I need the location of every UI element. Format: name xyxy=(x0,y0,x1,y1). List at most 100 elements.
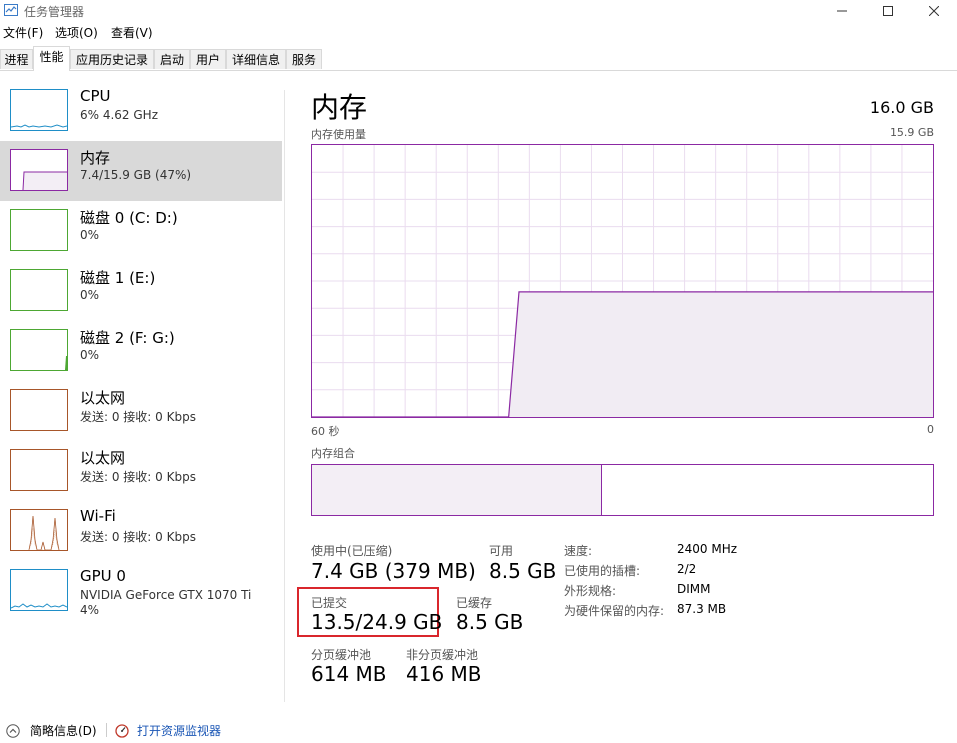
resource-detail: 6% 4.62 GHz xyxy=(80,108,159,122)
close-icon xyxy=(929,6,939,16)
spec-reserved-key: 为硬件保留的内存: xyxy=(564,604,665,618)
usage-label: 内存使用量 xyxy=(311,128,366,141)
spec-form-factor-value: DIMM xyxy=(677,582,711,596)
cached-value: 8.5 GB xyxy=(456,610,524,634)
tab-startup[interactable]: 启动 xyxy=(154,49,190,69)
tab-bar: 进程 性能 应用历史记录 启动 用户 详细信息 服务 xyxy=(0,46,957,71)
disk0-thumbnail xyxy=(10,209,68,251)
resource-name: 磁盘 0 (C: D:) xyxy=(80,209,178,227)
spec-reserved-value: 87.3 MB xyxy=(677,602,727,616)
bottom-separator xyxy=(106,723,107,737)
resource-disk-0[interactable]: 磁盘 0 (C: D:) 0% xyxy=(0,201,282,261)
tab-performance[interactable]: 性能 xyxy=(33,46,70,71)
resource-detail: 发送: 0 接收: 0 Kbps xyxy=(80,470,196,484)
resource-name: 以太网 xyxy=(80,449,126,467)
resource-name: GPU 0 xyxy=(80,567,126,585)
available-value: 8.5 GB xyxy=(489,559,557,583)
fewer-details-label: 简略信息(D) xyxy=(30,724,97,738)
resource-name: 磁盘 1 (E:) xyxy=(80,269,156,287)
menu-options[interactable]: 选项(O) xyxy=(55,24,98,41)
resource-disk-1[interactable]: 磁盘 1 (E:) 0% xyxy=(0,261,282,321)
resource-monitor-icon xyxy=(115,723,129,738)
tab-details[interactable]: 详细信息 xyxy=(226,49,286,69)
wifi-mini-graph xyxy=(28,515,60,550)
in-use-label: 使用中(已压缩) xyxy=(311,544,393,558)
spec-speed-value: 2400 MHz xyxy=(677,542,738,556)
chevron-up-icon xyxy=(6,723,20,738)
resource-detail: 发送: 0 接收: 0 Kbps xyxy=(80,410,196,424)
tab-app-history[interactable]: 应用历史记录 xyxy=(70,49,154,69)
resource-list: CPU 6% 4.62 GHz 内存 7.4/15.9 GB (47%) 磁盘 … xyxy=(0,71,282,631)
gpu-mini-graph xyxy=(11,603,67,609)
pane-divider[interactable] xyxy=(284,90,285,702)
resource-detail: 发送: 0 接收: 0 Kbps xyxy=(80,530,196,544)
resource-name: CPU xyxy=(80,87,111,105)
resource-name: 以太网 xyxy=(80,389,126,407)
window-title: 任务管理器 xyxy=(24,5,85,19)
gpu-thumbnail xyxy=(10,569,68,611)
memory-mini-graph xyxy=(22,171,67,190)
bottom-bar: 简略信息(D) 打开资源监视器 xyxy=(0,718,957,743)
menu-file[interactable]: 文件(F) xyxy=(3,24,43,41)
detail-title: 内存 xyxy=(311,91,368,124)
cpu-thumbnail xyxy=(10,89,68,131)
ethernet1-thumbnail xyxy=(10,389,68,431)
title-bar: 任务管理器 xyxy=(0,0,957,22)
task-manager-icon xyxy=(4,4,18,16)
memory-composition-bar xyxy=(311,464,934,516)
wifi-thumbnail xyxy=(10,509,68,551)
resource-detail: NVIDIA GeForce GTX 1070 Ti xyxy=(80,588,252,602)
resource-name: 内存 xyxy=(80,149,111,167)
resource-wifi[interactable]: Wi-Fi 发送: 0 接收: 0 Kbps xyxy=(0,501,282,561)
close-button[interactable] xyxy=(911,0,957,22)
spec-form-factor-key: 外形规格: xyxy=(564,584,617,598)
disk1-thumbnail xyxy=(10,269,68,311)
spec-speed-key: 速度: xyxy=(564,544,593,558)
memory-usage-plot xyxy=(312,145,933,418)
composition-in-use-segment xyxy=(312,465,602,515)
committed-label: 已提交 xyxy=(311,596,348,610)
resource-ethernet-1[interactable]: 以太网 发送: 0 接收: 0 Kbps xyxy=(0,381,282,441)
time-axis-right: 0 xyxy=(927,423,934,436)
cached-label: 已缓存 xyxy=(456,596,493,610)
detail-total: 16.0 GB xyxy=(869,98,934,117)
ethernet2-thumbnail xyxy=(10,449,68,491)
time-axis-left: 60 秒 xyxy=(311,425,340,438)
tab-services[interactable]: 服务 xyxy=(286,49,322,69)
tab-processes[interactable]: 进程 xyxy=(0,49,33,69)
open-resource-monitor-link[interactable]: 打开资源监视器 xyxy=(115,722,221,739)
committed-value: 13.5/24.9 GB xyxy=(311,610,443,634)
paged-pool-value: 614 MB xyxy=(311,662,387,686)
cpu-mini-graph xyxy=(11,124,67,128)
resource-gpu-0[interactable]: GPU 0 NVIDIA GeForce GTX 1070 Ti 4% xyxy=(0,561,282,621)
resource-detail: 7.4/15.9 GB (47%) xyxy=(80,168,192,182)
resource-name: 磁盘 2 (F: G:) xyxy=(80,329,175,347)
disk2-thumbnail xyxy=(10,329,68,371)
nonpaged-pool-value: 416 MB xyxy=(406,662,482,686)
composition-label: 内存组合 xyxy=(311,447,355,460)
usage-max: 15.9 GB xyxy=(889,126,934,139)
menu-view[interactable]: 查看(V) xyxy=(111,24,153,41)
resource-detail: 0% xyxy=(80,348,100,362)
resource-disk-2[interactable]: 磁盘 2 (F: G:) 0% xyxy=(0,321,282,381)
available-label: 可用 xyxy=(489,544,514,558)
resource-detail: 0% xyxy=(80,228,100,242)
tab-users[interactable]: 用户 xyxy=(190,49,226,69)
spec-slots-key: 已使用的插槽: xyxy=(564,564,641,578)
minimize-button[interactable] xyxy=(819,0,865,22)
open-resource-monitor-label: 打开资源监视器 xyxy=(137,724,222,738)
minimize-icon xyxy=(837,10,847,12)
memory-usage-graph xyxy=(311,144,934,418)
maximize-button[interactable] xyxy=(865,0,911,22)
paged-pool-label: 分页缓冲池 xyxy=(311,648,372,662)
resource-memory[interactable]: 内存 7.4/15.9 GB (47%) xyxy=(0,141,282,201)
resource-cpu[interactable]: CPU 6% 4.62 GHz xyxy=(0,81,282,141)
maximize-icon xyxy=(883,6,893,16)
memory-thumbnail xyxy=(10,149,68,191)
fewer-details-button[interactable]: 简略信息(D) xyxy=(6,722,97,739)
resource-name: Wi-Fi xyxy=(80,507,116,525)
resource-ethernet-2[interactable]: 以太网 发送: 0 接收: 0 Kbps xyxy=(0,441,282,501)
spec-slots-value: 2/2 xyxy=(677,562,697,576)
disk2-mini-graph xyxy=(65,356,67,370)
resource-detail-2: 4% xyxy=(80,603,100,617)
